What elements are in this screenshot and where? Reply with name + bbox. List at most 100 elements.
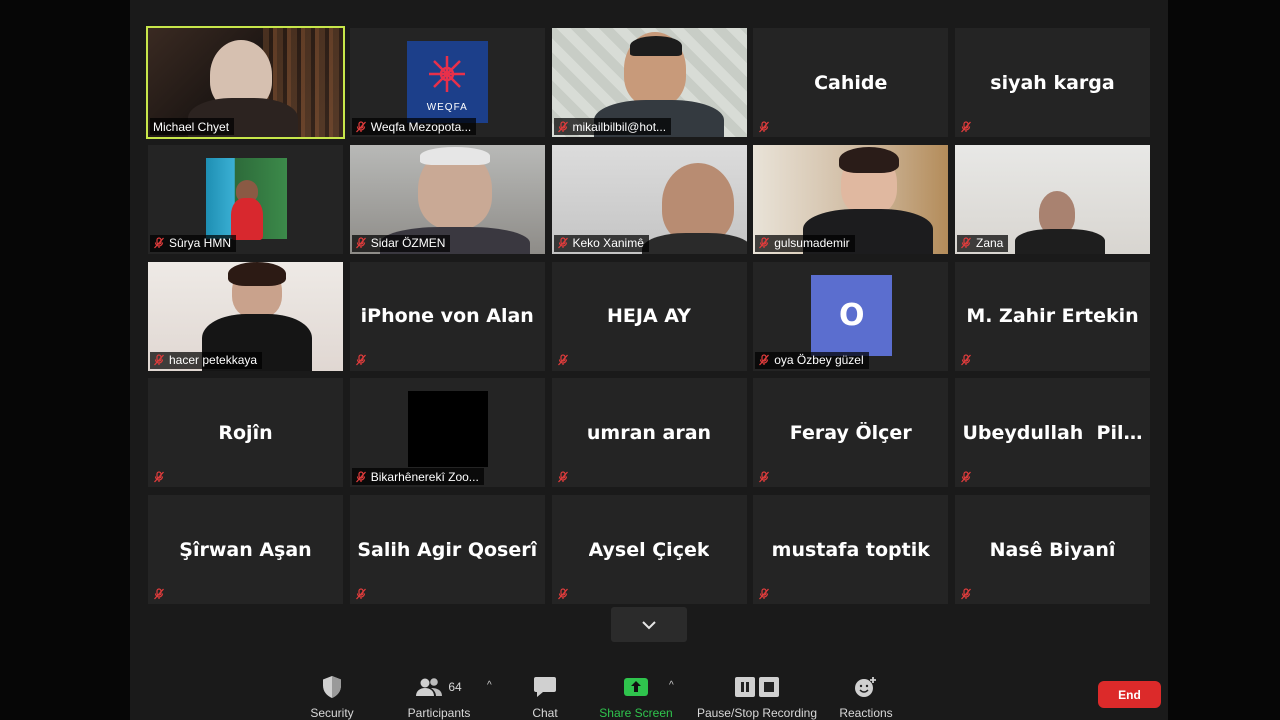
pause-stop-icon bbox=[734, 672, 780, 702]
participant-tile[interactable]: gulsumademir bbox=[753, 144, 949, 254]
participant-tile[interactable]: Nasê Biyanî bbox=[955, 495, 1150, 604]
participant-name-label: Zana bbox=[957, 234, 1009, 252]
mic-off-icon bbox=[557, 237, 568, 249]
participant-name: oya Özbey güzel bbox=[774, 353, 864, 367]
share-options-caret[interactable]: ^ bbox=[669, 680, 674, 691]
mic-off-icon bbox=[759, 587, 770, 599]
mic-off-icon bbox=[759, 237, 770, 249]
participant-tile[interactable]: Şîrwan Aşan bbox=[148, 495, 343, 604]
participant-tile[interactable]: Aysel Çiçek bbox=[551, 495, 747, 604]
participant-tile[interactable]: Michael Chyet bbox=[146, 26, 345, 139]
next-page-button[interactable] bbox=[611, 607, 687, 642]
participant-name-label bbox=[352, 352, 372, 369]
end-meeting-button[interactable]: End bbox=[1098, 681, 1161, 708]
participant-name: mikailbilbil@hot... bbox=[572, 119, 667, 134]
participant-tile[interactable]: WEQFA Weqfa Mezopota... bbox=[349, 28, 545, 137]
participant-display-name: Şîrwan Aşan bbox=[179, 538, 312, 561]
participant-name-label bbox=[957, 468, 977, 485]
participant-tile[interactable]: hacer petekkaya bbox=[148, 261, 343, 371]
mic-off-icon bbox=[355, 237, 366, 249]
participant-name: Sûrya HMN bbox=[169, 236, 232, 251]
participant-video-black bbox=[407, 391, 488, 468]
people-icon bbox=[416, 678, 443, 696]
security-button[interactable]: Security bbox=[300, 660, 364, 720]
participant-name-label: oya Özbey güzel bbox=[755, 351, 869, 369]
participant-name-label bbox=[957, 118, 977, 135]
participant-name-label: Sidar ÖZMEN bbox=[351, 234, 451, 252]
participant-tile[interactable]: iPhone von Alan bbox=[349, 261, 545, 371]
participant-tile[interactable]: umran aran bbox=[551, 378, 747, 488]
mic-off-icon bbox=[355, 354, 366, 366]
participant-name-label bbox=[755, 585, 775, 602]
mic-off-icon bbox=[759, 120, 770, 132]
participant-tile[interactable]: Zana bbox=[955, 144, 1150, 254]
gallery-grid: Michael Chyet WEQFA Weqfa Mezopota... mi… bbox=[146, 26, 1150, 604]
participant-tile[interactable]: siyah karga bbox=[955, 28, 1150, 137]
participant-tile[interactable]: Keko Xanimê bbox=[551, 144, 747, 254]
mic-off-icon bbox=[961, 237, 971, 249]
meeting-toolbar: Security 64 Participants ^ Chat Share Sc… bbox=[130, 660, 1168, 720]
participant-name-label bbox=[352, 585, 372, 602]
participant-name-label: gulsumademir bbox=[755, 234, 855, 252]
participant-name-label bbox=[755, 468, 775, 485]
participant-tile[interactable]: Ubeydullah Pila... bbox=[955, 378, 1150, 488]
participant-name-label: Weqfa Mezopota... bbox=[351, 118, 477, 135]
participant-name: Michael Chyet bbox=[153, 119, 230, 134]
mic-off-icon bbox=[961, 354, 971, 366]
participant-name-label bbox=[755, 118, 775, 135]
participant-display-name: umran aran bbox=[586, 421, 712, 444]
left-background bbox=[0, 0, 130, 720]
participant-display-name: Nasê Biyanî bbox=[989, 538, 1116, 561]
participant-display-name: Cahide bbox=[814, 71, 888, 94]
reactions-button[interactable]: Reactions bbox=[834, 660, 898, 720]
participants-label: Participants bbox=[407, 706, 471, 720]
mic-off-icon bbox=[961, 471, 971, 483]
participants-options-caret[interactable]: ^ bbox=[487, 680, 492, 691]
participants-button[interactable]: 64 Participants bbox=[400, 660, 478, 720]
participant-display-name: Salih Agir Qoserî bbox=[357, 538, 538, 561]
mic-off-icon bbox=[154, 471, 164, 483]
participant-display-name: mustafa toptik bbox=[771, 538, 930, 561]
mic-off-icon bbox=[557, 120, 568, 132]
participant-name-label: mikailbilbil@hot... bbox=[553, 118, 672, 135]
participant-tile[interactable]: Sidar ÖZMEN bbox=[349, 144, 545, 254]
mic-off-icon bbox=[961, 120, 971, 132]
participant-tile[interactable]: HEJA AY bbox=[551, 261, 747, 371]
participant-name: Zana bbox=[976, 236, 1004, 251]
participant-tile[interactable]: Rojîn bbox=[148, 378, 343, 488]
participant-name-label bbox=[554, 468, 574, 485]
participant-display-name: M. Zahir Ertekin bbox=[966, 305, 1139, 327]
participant-name-label: Michael Chyet bbox=[150, 118, 235, 135]
weqfa-logo-icon bbox=[429, 55, 466, 92]
participant-name-label bbox=[957, 352, 977, 369]
participant-tile[interactable]: Sûrya HMN bbox=[148, 144, 343, 254]
mic-off-icon bbox=[154, 587, 164, 599]
recording-button[interactable]: Pause/Stop Recording bbox=[694, 660, 820, 720]
participant-tile[interactable]: mustafa toptik bbox=[753, 495, 949, 604]
participant-name-label: hacer petekkaya bbox=[150, 351, 263, 369]
participant-name-label bbox=[150, 468, 170, 485]
participant-display-name: siyah karga bbox=[990, 71, 1115, 94]
logo-text: WEQFA bbox=[426, 101, 468, 113]
participant-tile[interactable]: Cahide bbox=[753, 28, 949, 137]
chat-button[interactable]: Chat bbox=[520, 660, 570, 720]
participant-tile[interactable]: O oya Özbey güzel bbox=[753, 261, 949, 371]
participant-tile[interactable]: Bikarhênerekî Zoo... bbox=[349, 378, 545, 488]
participant-display-name: Rojîn bbox=[218, 421, 273, 444]
participant-display-name: HEJA AY bbox=[607, 305, 691, 327]
share-screen-button[interactable]: Share Screen bbox=[596, 660, 676, 720]
participant-tile[interactable]: M. Zahir Ertekin bbox=[955, 261, 1150, 371]
participant-tile[interactable]: Feray Ölçer bbox=[753, 378, 949, 488]
participant-tile[interactable]: mikailbilbil@hot... bbox=[551, 28, 747, 137]
mic-off-icon bbox=[557, 471, 568, 483]
participant-logo: WEQFA bbox=[406, 41, 488, 123]
reactions-label: Reactions bbox=[839, 706, 893, 720]
mic-off-icon bbox=[961, 587, 971, 599]
mic-off-icon bbox=[759, 354, 770, 366]
participant-tile[interactable]: Salih Agir Qoserî bbox=[349, 495, 545, 604]
security-label: Security bbox=[310, 706, 354, 720]
participant-name-label bbox=[554, 352, 574, 369]
participant-name: gulsumademir bbox=[774, 236, 850, 251]
participant-display-name: Ubeydullah Pila... bbox=[962, 421, 1143, 444]
share-screen-label: Share Screen bbox=[599, 706, 673, 720]
